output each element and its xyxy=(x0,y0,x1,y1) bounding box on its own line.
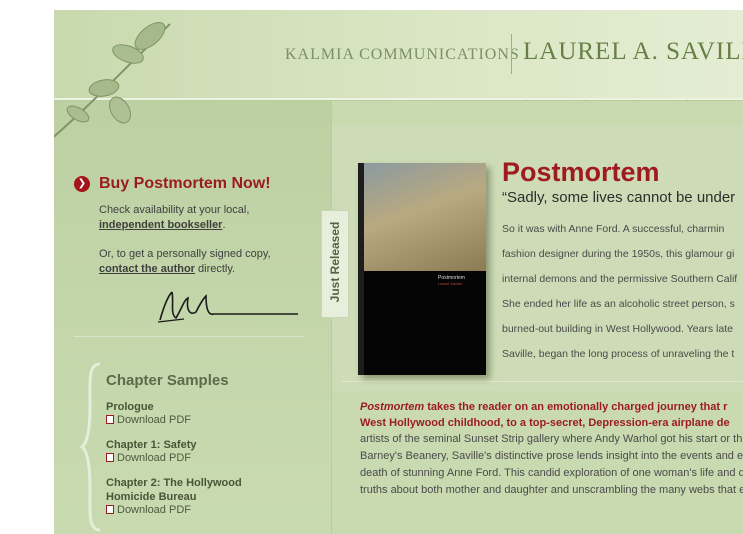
bookseller-text: Check availability at your local, indepe… xyxy=(99,203,249,233)
author-name[interactable]: LAUREL A. SAVILLE xyxy=(523,38,743,66)
pdf-icon xyxy=(106,415,114,424)
description-body-line: death of stunning Anne Ford. This candid… xyxy=(360,467,743,479)
directly-text: directly. xyxy=(198,263,236,275)
download-pdf-label: Download PDF xyxy=(117,414,191,426)
pdf-icon xyxy=(106,453,114,462)
just-released-label: Just Released xyxy=(328,221,342,303)
signed-copy-text: Or, to get a personally signed copy, con… xyxy=(99,247,271,277)
bookseller-link[interactable]: independent bookseller xyxy=(99,219,222,231)
description-body-line: Barney's Beanery, Saville's distinctive … xyxy=(360,450,743,462)
content-divider xyxy=(342,381,743,382)
book-cover-author: Laurel Saville xyxy=(438,281,463,286)
description-lead-text: takes the reader on an emotionally charg… xyxy=(424,401,728,413)
summary-line: So it was with Anne Ford. A successful, … xyxy=(502,223,725,235)
curly-brace-ornament xyxy=(80,362,101,532)
summary-line: fashion designer during the 1950s, this … xyxy=(502,248,735,260)
summary-line: She ended her life as an alcoholic stree… xyxy=(502,298,735,310)
period-text: . xyxy=(222,219,226,231)
page: KALMIA COMMUNICATIONS LAUREL A. SAVILLE … xyxy=(54,10,743,534)
chapter-samples-heading: Chapter Samples xyxy=(106,372,229,389)
book-spine xyxy=(358,163,364,375)
description-lead-line1: Postmortem takes the reader on an emotio… xyxy=(360,399,727,416)
description-body-line: truths about both mother and daughter an… xyxy=(360,484,743,496)
arrow-right-icon: ❯ xyxy=(74,176,90,192)
header-divider xyxy=(511,34,512,74)
book-title: Postmortem xyxy=(502,157,660,187)
prologue-download-link[interactable]: Download PDF xyxy=(106,414,191,426)
contact-author-link[interactable]: contact the author xyxy=(99,263,195,275)
chapter-2-title-line1: Chapter 2: The Hollywood xyxy=(106,477,242,489)
book-cover[interactable]: Postmortem Laurel Saville xyxy=(358,163,486,375)
summary-line: Saville, began the long process of unrav… xyxy=(502,348,735,360)
kalmia-sprig-illustration xyxy=(54,22,171,138)
chapter-2-title-line2: Homicide Bureau xyxy=(106,491,197,503)
just-released-tab: Just Released xyxy=(321,210,349,318)
description-body-line: artists of the seminal Sunset Strip gall… xyxy=(360,433,743,445)
company-name: KALMIA COMMUNICATIONS xyxy=(285,46,520,63)
sidebar-divider xyxy=(74,336,304,337)
chapter-prologue-title: Prologue xyxy=(106,401,154,413)
chapter-1-title: Chapter 1: Safety xyxy=(106,439,197,451)
signed-copy-label: Or, to get a personally signed copy, xyxy=(99,248,271,260)
description-lead-line2: West Hollywood childhood, to a top-secre… xyxy=(360,417,730,429)
author-signature xyxy=(157,291,298,323)
check-availability-text: Check availability at your local, xyxy=(99,204,250,216)
chapter-2-download-link[interactable]: Download PDF xyxy=(106,504,191,516)
book-quote: “Sadly, some lives cannot be under xyxy=(502,189,736,206)
download-pdf-label: Download PDF xyxy=(117,504,191,516)
download-pdf-label: Download PDF xyxy=(117,452,191,464)
buy-now-heading[interactable]: Buy Postmortem Now! xyxy=(99,175,271,193)
chapter-1-download-link[interactable]: Download PDF xyxy=(106,452,191,464)
book-cover-photo xyxy=(358,163,486,271)
summary-line: burned-out building in West Hollywood. Y… xyxy=(502,323,733,335)
book-title-italic: Postmortem xyxy=(360,401,425,413)
pdf-icon xyxy=(106,505,114,514)
summary-line: internal demons and the permissive South… xyxy=(502,273,738,285)
chapter-2-title: Chapter 2: The Hollywood Homicide Bureau xyxy=(106,476,242,504)
